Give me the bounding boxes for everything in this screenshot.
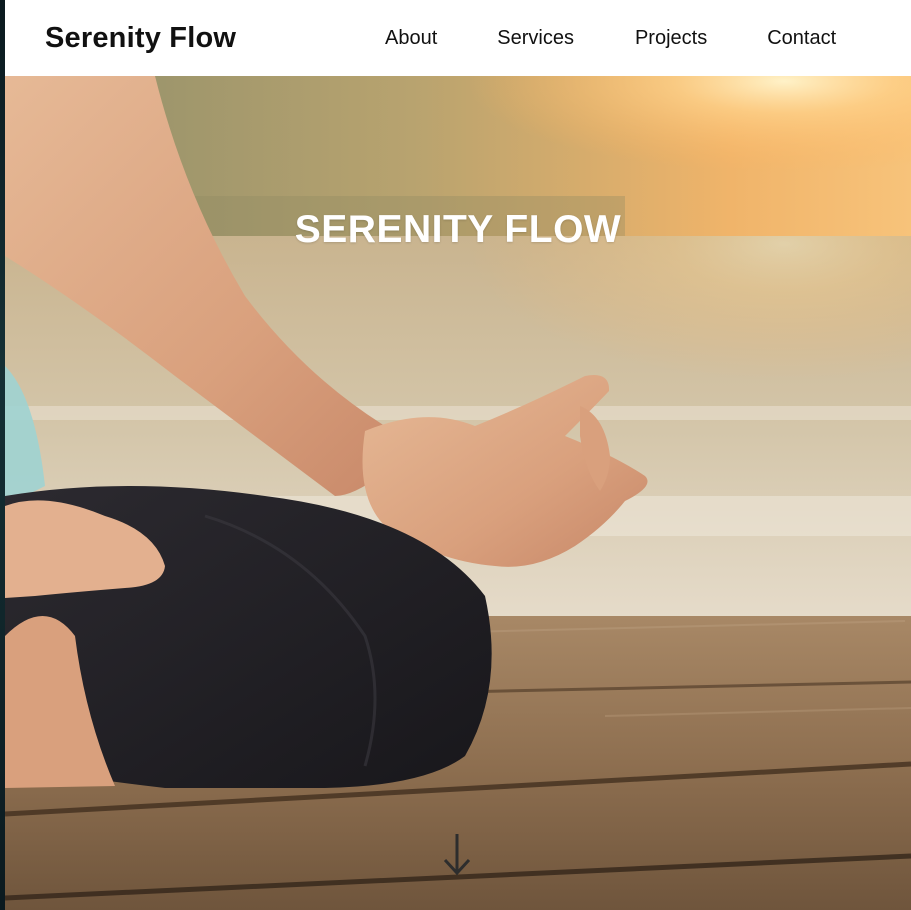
brand-logo[interactable]: Serenity Flow: [45, 18, 236, 58]
main-nav: About Services Projects Contact: [385, 24, 836, 54]
nav-link-contact[interactable]: Contact: [767, 24, 836, 54]
page: Serenity Flow About Services Projects Co…: [0, 0, 911, 910]
hero-background-image: [5, 76, 911, 910]
hero-section: SERENITY FLOW: [5, 76, 911, 910]
arrow-down-icon[interactable]: [439, 830, 475, 880]
nav-link-about[interactable]: About: [385, 24, 437, 54]
site-header: Serenity Flow About Services Projects Co…: [5, 0, 911, 76]
hero-title: SERENITY FLOW: [294, 208, 622, 252]
nav-link-projects[interactable]: Projects: [635, 24, 707, 54]
nav-link-services[interactable]: Services: [497, 24, 574, 54]
